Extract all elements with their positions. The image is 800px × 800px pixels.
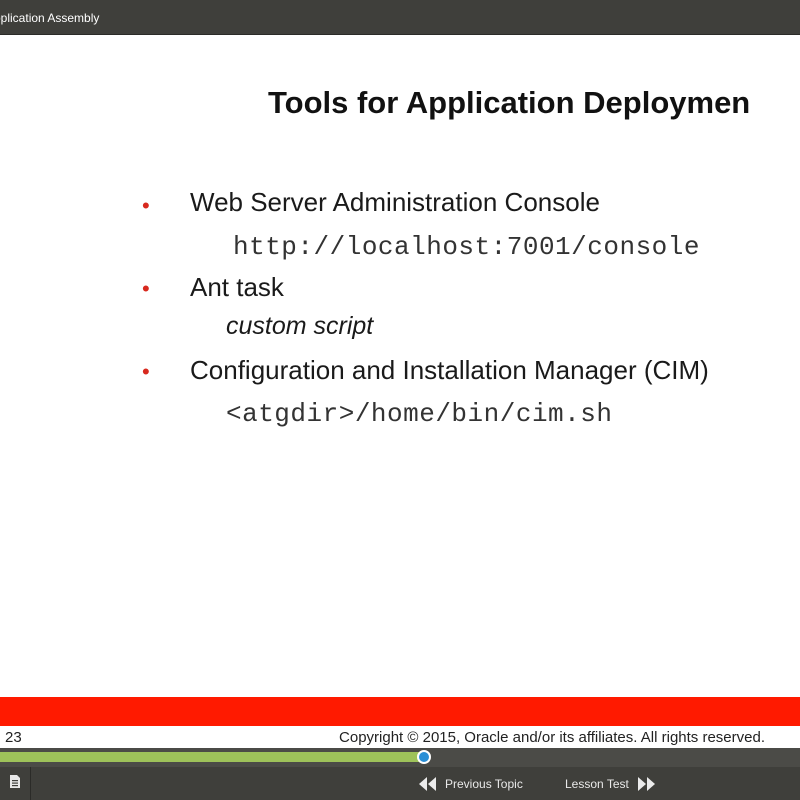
copyright-text: Copyright © 2015, Oracle and/or its affi… <box>339 729 765 746</box>
notes-button[interactable] <box>0 767 31 800</box>
slide-accent-bar <box>0 697 800 726</box>
rewind-icon <box>418 776 438 792</box>
lesson-test-button[interactable]: Lesson Test <box>565 767 657 800</box>
fast-forward-icon <box>637 776 657 792</box>
bullet-text: Ant task <box>190 272 284 302</box>
window-title-bar: pplication Assembly <box>0 0 800 35</box>
bullet-marker: • <box>142 276 150 301</box>
lesson-test-label: Lesson Test <box>565 776 629 791</box>
bullet-marker: • <box>142 359 150 384</box>
course-title: pplication Assembly <box>0 11 100 25</box>
bullet-subtext: http://localhost:7001/console <box>233 232 700 262</box>
bullet-marker: • <box>142 193 150 218</box>
bullet-text: Web Server Administration Console <box>190 187 600 217</box>
slide-content: Tools for Application Deploymen • Web Se… <box>0 35 800 697</box>
previous-topic-button[interactable]: Previous Topic <box>418 767 523 800</box>
previous-topic-label: Previous Topic <box>445 776 523 791</box>
page-number: 23 <box>5 729 22 746</box>
bullet-subtext: custom script <box>226 312 374 340</box>
slide-title: Tools for Application Deploymen <box>268 85 751 120</box>
bullet-subtext: <atgdir>/home/bin/cim.sh <box>226 399 613 429</box>
bullet-text: Configuration and Installation Manager (… <box>190 355 709 385</box>
progress-scrubber-handle[interactable] <box>417 750 431 764</box>
progress-fill <box>0 752 424 762</box>
document-icon <box>9 774 21 794</box>
player-nav-bar: Previous Topic Lesson Test <box>0 767 800 800</box>
slide-footer: 23 Copyright © 2015, Oracle and/or its a… <box>0 726 800 748</box>
